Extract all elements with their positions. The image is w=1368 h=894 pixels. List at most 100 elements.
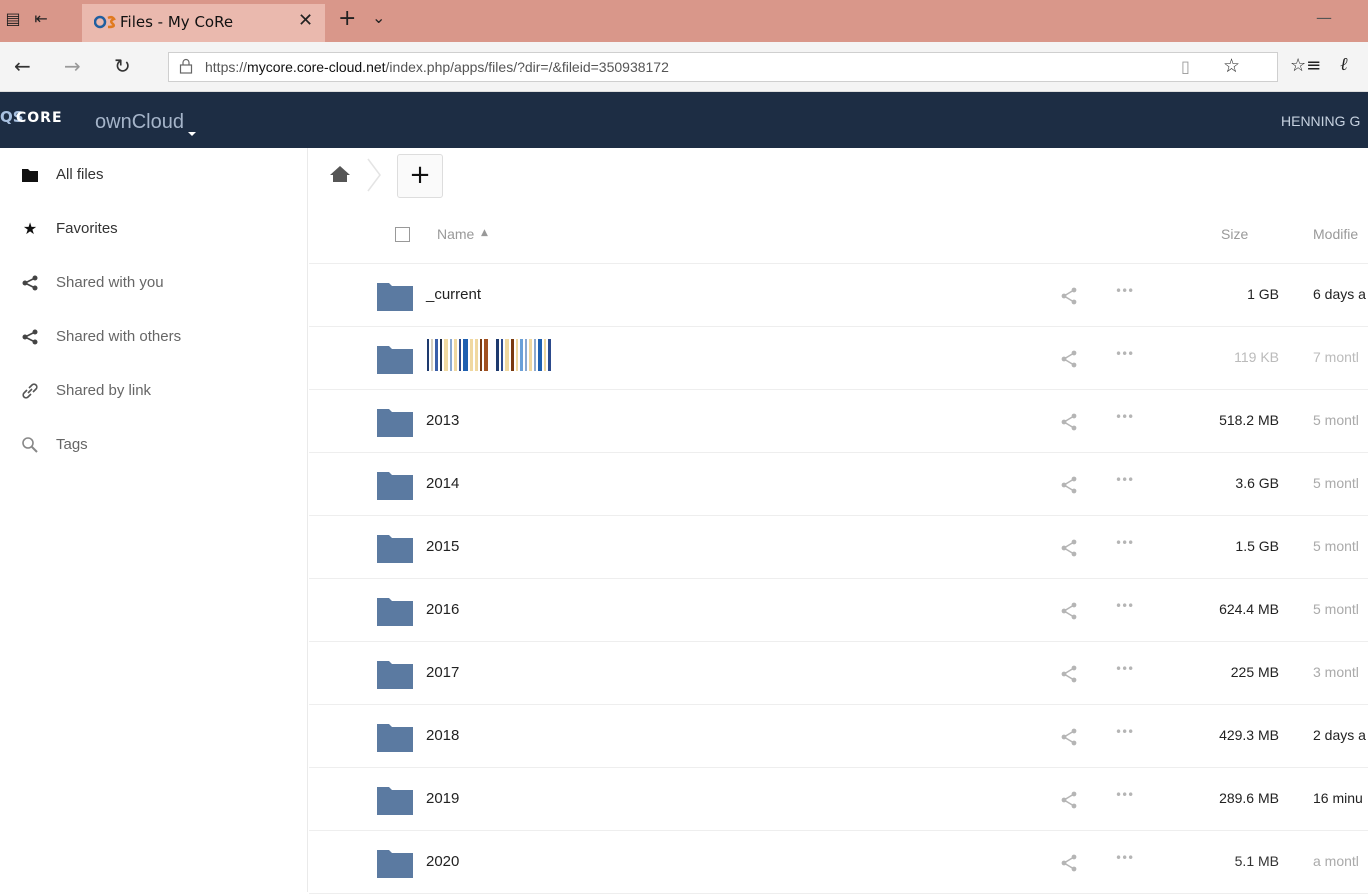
file-name[interactable]: 2013 bbox=[426, 412, 459, 429]
file-table-header: Name ▲ Size Modifie bbox=[309, 204, 1368, 264]
sidebar-item-all-files[interactable]: All files bbox=[0, 148, 308, 202]
table-row[interactable]: 2018 ••• 429.3 MB 2 days a bbox=[309, 705, 1368, 768]
file-size: 429.3 MB bbox=[1219, 727, 1279, 743]
file-name[interactable]: 2014 bbox=[426, 475, 459, 492]
folder-icon bbox=[377, 850, 413, 878]
more-actions-icon[interactable]: ••• bbox=[1115, 788, 1134, 802]
chevron-down-icon[interactable]: ⌄ bbox=[372, 8, 385, 27]
file-size: 289.6 MB bbox=[1219, 790, 1279, 806]
column-size[interactable]: Size bbox=[1221, 226, 1248, 242]
reading-view-icon[interactable]: ▯ bbox=[1181, 57, 1190, 76]
share-icon[interactable] bbox=[1059, 538, 1079, 558]
share-icon[interactable] bbox=[1059, 601, 1079, 621]
lock-icon bbox=[179, 58, 193, 74]
file-name[interactable]: 2017 bbox=[426, 664, 459, 681]
new-tab-icon[interactable]: + bbox=[338, 6, 356, 31]
select-all-checkbox[interactable] bbox=[395, 227, 410, 242]
sidebar-item-shared-with-others[interactable]: Shared with others bbox=[0, 310, 308, 364]
table-row[interactable]: 2016 ••• 624.4 MB 5 montl bbox=[309, 579, 1368, 642]
file-name[interactable]: 2016 bbox=[426, 601, 459, 618]
minimize-icon[interactable]: — bbox=[1316, 8, 1332, 27]
sidebar-item-label: All files bbox=[56, 166, 104, 183]
table-row[interactable]: 2015 ••• 1.5 GB 5 montl bbox=[309, 516, 1368, 579]
share-icon[interactable] bbox=[1059, 286, 1079, 306]
address-bar: ← → ↻ https://mycore.core-cloud.net/inde… bbox=[0, 42, 1368, 92]
file-modified: 7 montl bbox=[1313, 349, 1359, 365]
more-actions-icon[interactable]: ••• bbox=[1115, 347, 1134, 361]
logo-text: CORE bbox=[16, 110, 63, 126]
set-aside-tabs-icon[interactable]: ⇤ bbox=[32, 10, 50, 28]
sidebar-item-shared-with-you[interactable]: Shared with you bbox=[0, 256, 308, 310]
favorites-hub-icon[interactable]: ☆≡ bbox=[1290, 55, 1321, 76]
file-modified: 5 montl bbox=[1313, 475, 1359, 491]
star-icon: ★ bbox=[22, 219, 38, 238]
link-icon bbox=[22, 383, 38, 399]
sidebar-item-label: Shared with you bbox=[56, 274, 164, 291]
refresh-icon[interactable]: ↻ bbox=[114, 54, 131, 78]
table-row[interactable]: _current ••• 1 GB 6 days a bbox=[309, 264, 1368, 327]
folder-icon bbox=[377, 787, 413, 815]
file-name[interactable]: 2015 bbox=[426, 538, 459, 555]
file-name[interactable]: 2018 bbox=[426, 727, 459, 744]
file-name[interactable]: 2019 bbox=[426, 790, 459, 807]
browser-tab-bar: ▤ ⇤ Files - My CoRe ✕ + ⌄ — bbox=[0, 0, 1368, 42]
file-name[interactable]: _current bbox=[426, 286, 481, 303]
file-name[interactable]: 2020 bbox=[426, 853, 459, 870]
more-actions-icon[interactable]: ••• bbox=[1115, 662, 1134, 676]
sidebar-item-tags[interactable]: Tags bbox=[0, 418, 308, 472]
more-actions-icon[interactable]: ••• bbox=[1115, 284, 1134, 298]
table-row[interactable]: 2019 ••• 289.6 MB 16 minu bbox=[309, 768, 1368, 831]
file-size: 518.2 MB bbox=[1219, 412, 1279, 428]
more-actions-icon[interactable]: ••• bbox=[1115, 473, 1134, 487]
table-row[interactable]: 2014 ••• 3.6 GB 5 montl bbox=[309, 453, 1368, 516]
more-actions-icon[interactable]: ••• bbox=[1115, 851, 1134, 865]
folder-icon bbox=[377, 472, 413, 500]
table-row[interactable]: 2013 ••• 518.2 MB 5 montl bbox=[309, 390, 1368, 453]
close-tab-icon[interactable]: ✕ bbox=[298, 10, 313, 31]
sidebar: All files ★ Favorites Shared with you Sh… bbox=[0, 148, 308, 892]
home-icon[interactable] bbox=[329, 164, 351, 184]
url-field[interactable]: https://mycore.core-cloud.net/index.php/… bbox=[168, 52, 1278, 82]
browser-tab[interactable]: Files - My CoRe ✕ bbox=[82, 4, 325, 42]
share-icon bbox=[22, 275, 38, 291]
sidebar-item-label: Shared with others bbox=[56, 328, 182, 345]
pen-icon[interactable]: ℓ bbox=[1340, 54, 1348, 75]
back-icon[interactable]: ← bbox=[14, 54, 31, 78]
file-size: 3.6 GB bbox=[1235, 475, 1279, 491]
file-size: 5.1 MB bbox=[1234, 853, 1279, 869]
share-icon[interactable] bbox=[1059, 475, 1079, 495]
breadcrumb-separator bbox=[367, 158, 381, 192]
folder-icon bbox=[377, 535, 413, 563]
more-actions-icon[interactable]: ••• bbox=[1115, 410, 1134, 424]
sidebar-item-favorites[interactable]: ★ Favorites bbox=[0, 202, 308, 256]
forward-icon[interactable]: → bbox=[64, 54, 81, 78]
new-file-button[interactable]: + bbox=[397, 154, 443, 198]
sidebar-item-label: Shared by link bbox=[56, 382, 152, 399]
more-actions-icon[interactable]: ••• bbox=[1115, 599, 1134, 613]
app-menu-button[interactable]: ownCloud bbox=[95, 111, 184, 134]
table-row[interactable]: 2017 ••• 225 MB 3 montl bbox=[309, 642, 1368, 705]
column-name[interactable]: Name bbox=[437, 226, 474, 242]
favorite-star-icon[interactable]: ☆ bbox=[1223, 55, 1240, 77]
tab-list-icon[interactable]: ▤ bbox=[4, 10, 22, 28]
share-icon[interactable] bbox=[1059, 853, 1079, 873]
share-icon[interactable] bbox=[1059, 349, 1079, 369]
share-icon[interactable] bbox=[1059, 412, 1079, 432]
share-icon[interactable] bbox=[1059, 664, 1079, 684]
table-row[interactable]: ••• 119 KB 7 montl bbox=[309, 327, 1368, 390]
table-row[interactable]: 2020 ••• 5.1 MB a montl bbox=[309, 831, 1368, 894]
file-size: 119 KB bbox=[1234, 349, 1279, 365]
folder-icon bbox=[377, 724, 413, 752]
share-icon[interactable] bbox=[1059, 790, 1079, 810]
share-icon[interactable] bbox=[1059, 727, 1079, 747]
column-modified[interactable]: Modifie bbox=[1313, 226, 1358, 242]
file-modified: 6 days a bbox=[1313, 286, 1366, 302]
more-actions-icon[interactable]: ••• bbox=[1115, 725, 1134, 739]
file-modified: 2 days a bbox=[1313, 727, 1366, 743]
more-actions-icon[interactable]: ••• bbox=[1115, 536, 1134, 550]
sort-ascending-icon[interactable]: ▲ bbox=[481, 228, 488, 238]
file-modified: a montl bbox=[1313, 853, 1359, 869]
user-menu[interactable]: HENNING G bbox=[1281, 113, 1360, 129]
sidebar-item-shared-by-link[interactable]: Shared by link bbox=[0, 364, 308, 418]
caret-down-icon[interactable] bbox=[188, 132, 196, 136]
